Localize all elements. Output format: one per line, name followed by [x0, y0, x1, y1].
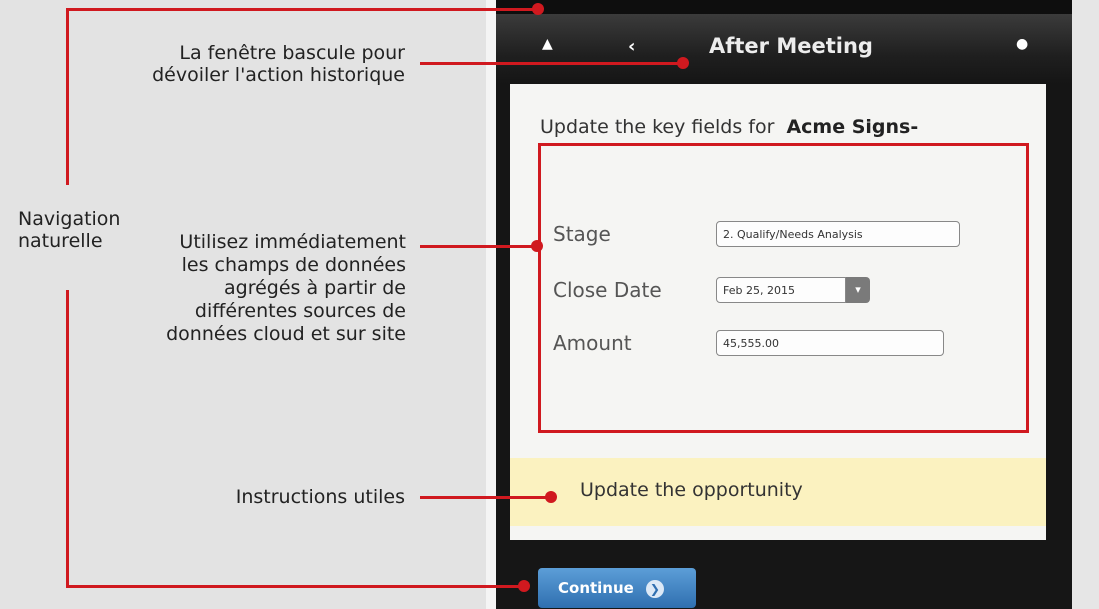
annotation-data-fields: Utilisez immédiatement les champs de don…: [125, 231, 406, 346]
annotation-line: Navigation: [18, 208, 121, 230]
instruction-banner: Update the opportunity: [510, 458, 1046, 526]
callout-line: [420, 496, 552, 499]
bottom-bar: Continue ❯: [496, 540, 1072, 609]
nav-bar: ▲ ‹ After Meeting ●: [496, 14, 1072, 84]
annotation-toggle-window: La fenêtre bascule pour dévoiler l'actio…: [120, 42, 405, 86]
continue-button[interactable]: Continue ❯: [538, 568, 696, 608]
annotation-line: dévoiler l'action historique: [152, 64, 405, 86]
annotation-useful-instructions: Instructions utiles: [190, 486, 405, 508]
instruction-text: Update the opportunity: [580, 479, 803, 501]
continue-label: Continue: [558, 579, 634, 597]
callout-dot: [518, 580, 530, 592]
callout-line: [66, 585, 524, 588]
chevron-left-icon[interactable]: ‹: [628, 36, 635, 57]
callout-dot: [677, 57, 689, 69]
fields-highlight-box: [538, 143, 1029, 433]
callout-dot: [545, 491, 557, 503]
annotation-natural-navigation: Navigation naturelle: [18, 208, 138, 252]
callout-line: [66, 290, 69, 587]
annotation-line: différentes sources de: [194, 300, 406, 322]
account-name: Acme Signs-: [786, 116, 919, 138]
home-icon[interactable]: ▲: [542, 36, 553, 52]
callout-dot: [532, 3, 544, 15]
status-bar: [496, 0, 1072, 14]
chevron-right-icon: ❯: [645, 579, 664, 598]
heading-text: Update the key fields for: [540, 116, 775, 138]
page-title: After Meeting: [709, 34, 873, 58]
annotation-line: Instructions utiles: [235, 486, 405, 508]
gear-icon[interactable]: ●: [1016, 36, 1028, 52]
background-right: [1072, 0, 1099, 609]
annotation-line: les champs de données: [181, 254, 406, 276]
callout-line: [420, 245, 538, 248]
annotation-line: naturelle: [18, 230, 103, 252]
callout-dot: [531, 240, 543, 252]
annotation-line: Utilisez immédiatement: [179, 231, 406, 253]
callout-line: [420, 62, 682, 65]
update-heading: Update the key fields for Acme Signs-: [540, 116, 918, 138]
callout-line: [66, 8, 538, 11]
annotation-line: La fenêtre bascule pour: [179, 42, 405, 64]
phone-bezel-left: [486, 0, 496, 609]
annotation-line: agrégés à partir de: [223, 277, 406, 299]
annotation-line: données cloud et sur site: [166, 323, 406, 345]
callout-line: [66, 8, 69, 185]
